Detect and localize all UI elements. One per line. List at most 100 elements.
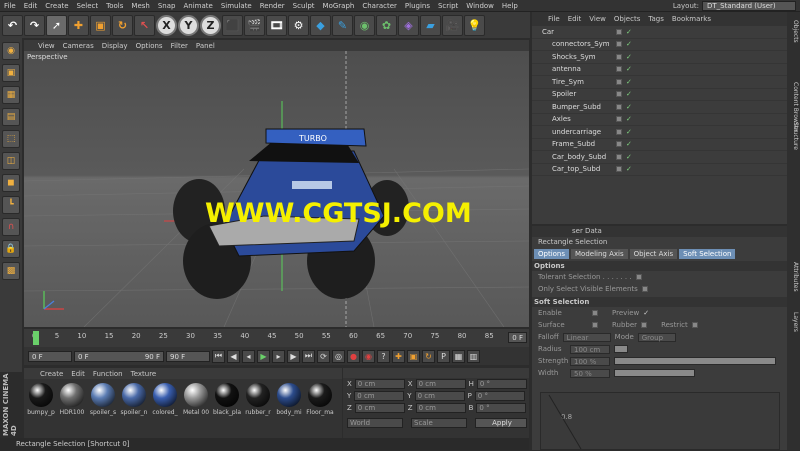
scale-icon[interactable]: ▣	[90, 14, 111, 36]
menu-item-character[interactable]: Character	[358, 2, 401, 10]
make-editable-icon[interactable]: ◉	[2, 42, 20, 60]
menu-item-snap[interactable]: Snap	[154, 2, 180, 10]
enabled-check[interactable]: ✓	[626, 153, 632, 161]
record-active-icon[interactable]: ●	[347, 349, 360, 363]
object-menu-objects[interactable]: Objects	[614, 15, 640, 23]
material-menu-create[interactable]: Create	[40, 370, 63, 378]
rubber-checkbox[interactable]	[641, 322, 648, 328]
coord-space-dropdown[interactable]: World	[347, 418, 403, 428]
tolerant-selection-checkbox[interactable]	[635, 274, 642, 280]
texture-mode-icon[interactable]: ▦	[2, 86, 20, 104]
cube-icon[interactable]: ◆	[310, 14, 331, 36]
visibility-toggle[interactable]	[616, 103, 622, 110]
material-item[interactable]: rubber_r	[245, 383, 271, 416]
motion-record-icon[interactable]: ◎	[332, 349, 345, 363]
viewport-menu-display[interactable]: Display	[102, 42, 128, 50]
coordinate-system-icon[interactable]: ⬛	[222, 14, 243, 36]
previous-frame-icon[interactable]: ◂	[242, 349, 255, 363]
menu-item-file[interactable]: File	[0, 2, 20, 10]
visibility-toggle[interactable]	[616, 53, 622, 60]
size-field[interactable]: 0 cm	[414, 391, 465, 401]
render-settings-icon[interactable]: ⚙	[288, 14, 309, 36]
size-field[interactable]: 0 cm	[415, 379, 466, 389]
planar-workplane-icon[interactable]: ▩	[2, 262, 20, 280]
falloff-graph[interactable]: 0.8	[540, 392, 780, 450]
enabled-check[interactable]: ✓	[626, 28, 632, 36]
right-tab-layers[interactable]: Layers	[788, 312, 799, 332]
visibility-toggle[interactable]	[616, 116, 622, 123]
position-key-icon[interactable]: ✚	[392, 349, 405, 363]
visibility-toggle[interactable]	[616, 91, 622, 98]
edges-mode-icon[interactable]: ◫	[2, 152, 20, 170]
model-mode-icon[interactable]: ▣	[2, 64, 20, 82]
autokey-icon[interactable]: ◉	[362, 349, 375, 363]
visibility-toggle[interactable]	[616, 66, 622, 73]
material-item[interactable]: Metal 00	[183, 383, 209, 416]
menu-item-edit[interactable]: Edit	[20, 2, 42, 10]
menu-item-mesh[interactable]: Mesh	[127, 2, 153, 10]
enabled-check[interactable]: ✓	[626, 115, 632, 123]
coord-size-dropdown[interactable]: Scale	[411, 418, 467, 428]
menu-item-mograph[interactable]: MoGraph	[319, 2, 359, 10]
keyframe-selection-icon[interactable]: ?	[377, 349, 390, 363]
enabled-check[interactable]: ✓	[626, 128, 632, 136]
falloff-dropdown[interactable]: Linear	[562, 332, 611, 342]
radius-field[interactable]: 100 cm	[570, 344, 610, 354]
strength-slider[interactable]	[614, 357, 776, 365]
apply-button[interactable]: Apply	[475, 418, 527, 428]
workplane-icon[interactable]: ▤	[2, 108, 20, 126]
material-item[interactable]: bumpy_p	[27, 383, 55, 416]
object-row[interactable]: Frame_Subd ✓	[532, 139, 787, 151]
material-menu-function[interactable]: Function	[93, 370, 123, 378]
object-menu-file[interactable]: File	[548, 15, 560, 23]
strength-field[interactable]: 100 %	[570, 356, 610, 366]
object-row[interactable]: Car_top_Subd ✓	[532, 164, 787, 176]
frame-range-slider[interactable]: 0 F 90 F	[74, 350, 164, 362]
object-row[interactable]: antenna ✓	[532, 64, 787, 76]
enabled-check[interactable]: ✓	[626, 40, 632, 48]
go-to-start-icon[interactable]: ⏮	[212, 349, 225, 363]
subdivision-icon[interactable]: ◉	[354, 14, 375, 36]
y-axis-lock-button[interactable]: Y	[178, 14, 199, 36]
object-row[interactable]: Axles ✓	[532, 114, 787, 126]
restrict-checkbox[interactable]	[691, 322, 698, 328]
width-field[interactable]: 50 %	[570, 368, 610, 378]
x-axis-lock-button[interactable]: X	[156, 14, 177, 36]
timeline-end-frame[interactable]: 0 F	[508, 332, 527, 343]
camera-icon[interactable]: 🎥	[442, 14, 463, 36]
enabled-check[interactable]: ✓	[626, 165, 632, 173]
z-axis-lock-button[interactable]: Z	[200, 14, 221, 36]
material-item[interactable]: colored_	[152, 383, 178, 416]
point-level-key-icon[interactable]: ▦	[452, 349, 465, 363]
rotation-field[interactable]: 0 °	[474, 391, 525, 401]
right-tab-attributes[interactable]: Attributes	[788, 262, 799, 292]
rotation-key-icon[interactable]: ↻	[422, 349, 435, 363]
radius-slider[interactable]	[614, 345, 628, 353]
rotate-icon[interactable]: ↻	[112, 14, 133, 36]
light-icon[interactable]: 💡	[464, 14, 485, 36]
object-row[interactable]: Spoiler ✓	[532, 89, 787, 101]
polygons-mode-icon[interactable]: ◼	[2, 174, 20, 192]
size-field[interactable]: 0 cm	[415, 403, 466, 413]
undo-icon[interactable]: ↶	[2, 14, 23, 36]
deformer-icon[interactable]: ◈	[398, 14, 419, 36]
enabled-check[interactable]: ✓	[626, 140, 632, 148]
previous-key-icon[interactable]: ◀	[227, 349, 240, 363]
visibility-toggle[interactable]	[616, 141, 622, 148]
rotation-field[interactable]: 0 °	[476, 403, 527, 413]
floor-icon[interactable]: ▰	[420, 14, 441, 36]
right-tab-structure[interactable]: Structure	[788, 122, 799, 150]
object-row[interactable]: connectors_Sym ✓	[532, 39, 787, 51]
playhead[interactable]	[33, 331, 39, 345]
material-menu-edit[interactable]: Edit	[71, 370, 85, 378]
material-item[interactable]: spoiler_s	[90, 383, 116, 416]
object-menu-tags[interactable]: Tags	[648, 15, 664, 23]
attribute-tab-object-axis[interactable]: Object Axis	[629, 248, 678, 259]
rotation-field[interactable]: 0 °	[476, 379, 527, 389]
object-row[interactable]: Car_body_Subd ✓	[532, 151, 787, 164]
visibility-toggle[interactable]	[616, 41, 622, 48]
render-picture-viewer-icon[interactable]: 🎞	[266, 14, 287, 36]
menu-item-sculpt[interactable]: Sculpt	[289, 2, 319, 10]
menu-item-tools[interactable]: Tools	[102, 2, 127, 10]
material-menu-texture[interactable]: Texture	[131, 370, 157, 378]
